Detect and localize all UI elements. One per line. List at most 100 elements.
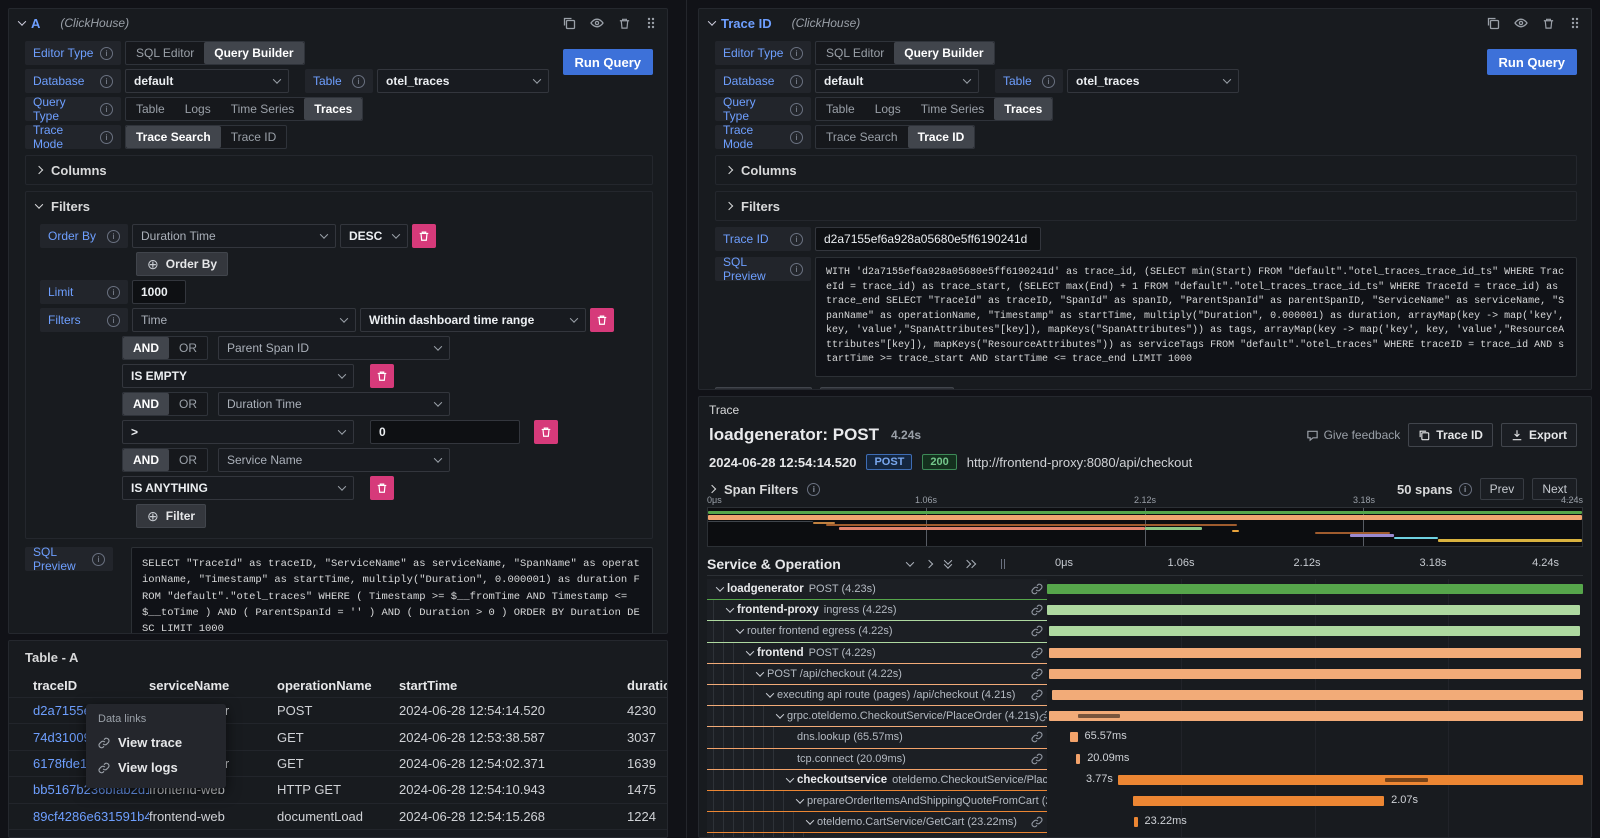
- span-link-icon[interactable]: [1031, 625, 1047, 637]
- expander-chevron-icon[interactable]: [713, 586, 727, 592]
- sql-editor-option[interactable]: SQL Editor: [126, 42, 204, 64]
- query-builder-option[interactable]: Query Builder: [204, 42, 303, 64]
- filters-section-toggle[interactable]: Filters: [26, 192, 652, 220]
- order-by-direction-select[interactable]: DESC: [340, 224, 408, 248]
- expander-chevron-icon[interactable]: [803, 819, 817, 825]
- query-type-timeseries[interactable]: Time Series: [221, 98, 305, 120]
- column-header[interactable]: startTime: [399, 678, 627, 693]
- column-header[interactable]: traceID: [33, 678, 149, 693]
- span-row[interactable]: checkoutserviceoteldemo.CheckoutService/…: [707, 770, 1583, 791]
- trace-id-option[interactable]: Trace ID: [908, 126, 975, 148]
- collapse-all-icon[interactable]: [945, 559, 951, 569]
- info-icon[interactable]: i: [790, 75, 803, 88]
- span-bar[interactable]: [1049, 669, 1581, 679]
- trace-id-button[interactable]: Trace ID: [1408, 423, 1493, 447]
- span-row[interactable]: POST /api/checkout (4.22s): [707, 664, 1583, 685]
- expander-chevron-icon[interactable]: [793, 798, 807, 804]
- expander-chevron-icon[interactable]: [723, 607, 737, 613]
- info-icon[interactable]: i: [790, 131, 803, 144]
- collapse-one-icon[interactable]: [906, 558, 914, 566]
- info-icon[interactable]: i: [352, 75, 365, 88]
- table-select[interactable]: otel_traces: [1067, 69, 1239, 93]
- info-icon[interactable]: i: [100, 47, 113, 60]
- filter-condition-select[interactable]: Within dashboard time range: [360, 308, 586, 332]
- span-row[interactable]: dns.lookup (65.57ms)65.57ms: [707, 727, 1583, 748]
- info-icon[interactable]: i: [790, 233, 803, 246]
- delete-panel-icon[interactable]: [618, 17, 631, 30]
- filter-operator-select[interactable]: IS ANYTHING: [122, 476, 354, 500]
- span-link-icon[interactable]: [1031, 604, 1047, 616]
- span-link-icon[interactable]: [1031, 731, 1047, 743]
- info-icon[interactable]: i: [107, 286, 120, 299]
- trace-id-option[interactable]: Trace ID: [221, 126, 287, 148]
- or-option[interactable]: OR: [169, 449, 207, 471]
- add-order-by-button[interactable]: ⊕Order By: [136, 252, 228, 276]
- column-divider[interactable]: [686, 0, 687, 838]
- trace-minimap[interactable]: [707, 507, 1583, 547]
- remove-filter-button[interactable]: [370, 476, 394, 500]
- info-icon[interactable]: i: [1459, 483, 1472, 496]
- span-bar[interactable]: [1047, 605, 1580, 615]
- info-icon[interactable]: i: [107, 230, 120, 243]
- query-type-logs[interactable]: Logs: [175, 98, 221, 120]
- span-bar[interactable]: [1133, 796, 1384, 806]
- expander-chevron-icon[interactable]: [733, 628, 747, 634]
- filter-operator-select[interactable]: >: [122, 420, 354, 444]
- span-bar[interactable]: [1134, 817, 1138, 827]
- duplicate-icon[interactable]: [562, 16, 576, 30]
- remove-order-by-button[interactable]: [412, 224, 436, 248]
- or-option[interactable]: OR: [169, 337, 207, 359]
- span-row[interactable]: oteldemo.CartService/GetCart (23.22ms)23…: [707, 812, 1583, 833]
- span-link-icon[interactable]: [1031, 689, 1047, 701]
- span-link-icon[interactable]: [1031, 753, 1047, 765]
- remove-filter-button[interactable]: [590, 308, 614, 332]
- query-inspector-button[interactable]: iQuery inspector: [820, 387, 954, 391]
- add-filter-button[interactable]: ⊕Filter: [136, 504, 206, 528]
- query-type-table[interactable]: Table: [816, 98, 865, 120]
- duplicate-icon[interactable]: [1486, 16, 1500, 30]
- or-option[interactable]: OR: [169, 393, 207, 415]
- trace-id-input[interactable]: [815, 227, 1041, 251]
- expander-chevron-icon[interactable]: [783, 777, 797, 783]
- info-icon[interactable]: i: [100, 75, 113, 88]
- span-link-icon[interactable]: [1031, 647, 1047, 659]
- order-by-field-select[interactable]: Duration Time: [132, 224, 336, 248]
- span-bar[interactable]: [1118, 775, 1583, 785]
- give-feedback-link[interactable]: Give feedback: [1306, 428, 1401, 442]
- query-builder-option[interactable]: Query Builder: [894, 42, 993, 64]
- view-trace-link[interactable]: View trace: [86, 730, 226, 755]
- span-bar[interactable]: [1049, 626, 1580, 636]
- span-row[interactable]: router frontend egress (4.22s): [707, 621, 1583, 642]
- trace-search-option[interactable]: Trace Search: [816, 126, 908, 148]
- filter-field-select[interactable]: Duration Time: [218, 392, 450, 416]
- view-logs-link[interactable]: View logs: [86, 755, 226, 780]
- trace-search-option[interactable]: Trace Search: [126, 126, 221, 148]
- span-bar[interactable]: [1070, 732, 1079, 742]
- span-row[interactable]: frontendPOST (4.22s): [707, 643, 1583, 664]
- span-link-icon[interactable]: [1031, 668, 1047, 680]
- filter-field-select[interactable]: Parent Span ID: [218, 336, 450, 360]
- trace-id-link[interactable]: 89cf4286e631591b4...: [33, 809, 149, 824]
- span-link-icon[interactable]: [1039, 710, 1047, 722]
- add-query-button[interactable]: +Add query: [715, 387, 812, 391]
- and-option[interactable]: AND: [123, 449, 169, 471]
- expander-chevron-icon[interactable]: [753, 671, 767, 677]
- span-bar[interactable]: [1052, 690, 1583, 700]
- column-resize-handle[interactable]: [1001, 559, 1009, 569]
- collapse-chevron-icon[interactable]: [18, 17, 26, 25]
- span-row[interactable]: cartservicePOST /oteldemo.CartService/Ge…: [707, 833, 1583, 837]
- expander-chevron-icon[interactable]: [743, 650, 757, 656]
- span-link-icon[interactable]: [1031, 816, 1047, 828]
- info-icon[interactable]: i: [100, 103, 113, 116]
- eye-icon[interactable]: [590, 16, 604, 30]
- span-row[interactable]: prepareOrderItemsAndShippingQuoteFromCar…: [707, 791, 1583, 812]
- column-header[interactable]: serviceName: [149, 678, 277, 693]
- and-option[interactable]: AND: [123, 393, 169, 415]
- remove-filter-button[interactable]: [370, 364, 394, 388]
- info-icon[interactable]: i: [790, 263, 803, 276]
- info-icon[interactable]: i: [100, 131, 113, 144]
- expander-chevron-icon[interactable]: [773, 713, 787, 719]
- column-header[interactable]: duration: [627, 678, 668, 693]
- filter-field-select[interactable]: Time: [132, 308, 356, 332]
- drag-handle-icon[interactable]: [645, 16, 657, 30]
